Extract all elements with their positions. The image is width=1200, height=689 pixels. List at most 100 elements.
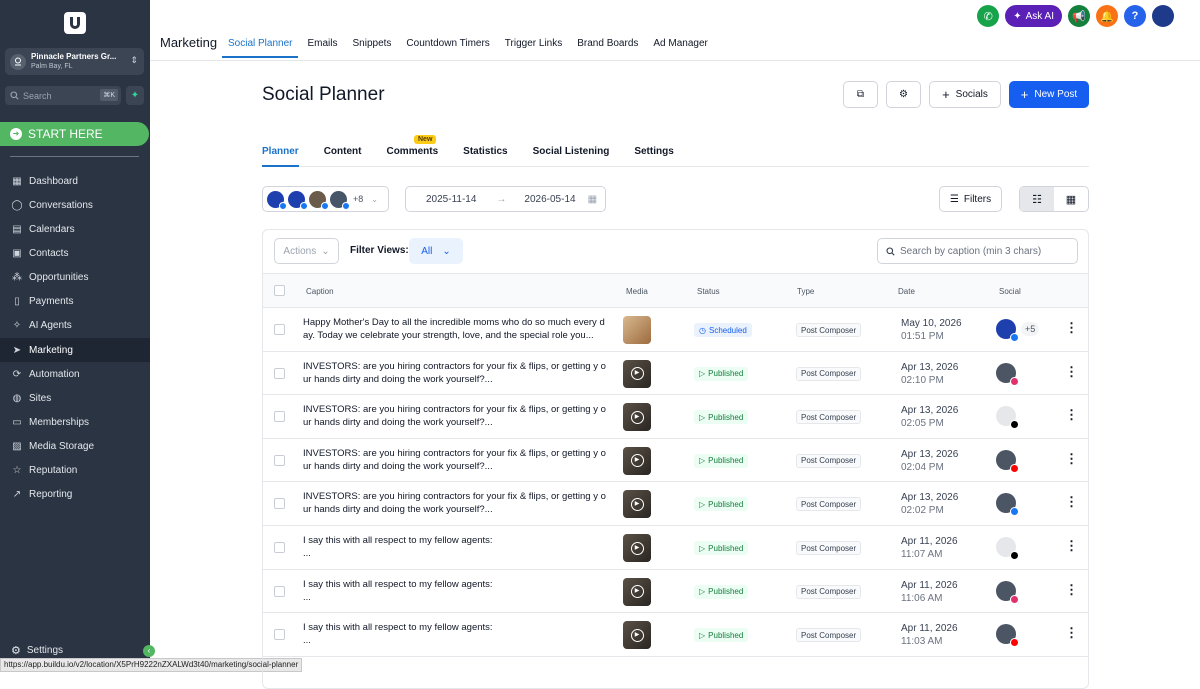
tab-ad-manager[interactable]: Ad Manager [653, 38, 707, 58]
post-media-thumbnail[interactable]: ▶ [623, 446, 651, 475]
social-account-avatar[interactable] [996, 362, 1019, 386]
tab-snippets[interactable]: Snippets [353, 38, 392, 58]
sidebar-item-opportunities[interactable]: ⁂ Opportunities [0, 266, 150, 290]
row-checkbox[interactable] [274, 367, 285, 379]
row-checkbox[interactable] [274, 454, 285, 466]
user-avatar[interactable] [1152, 5, 1174, 27]
table-row[interactable]: INVESTORS: are you hiring contractors fo… [263, 439, 1088, 483]
post-media-thumbnail[interactable]: ▶ [623, 359, 651, 388]
filters-button[interactable]: ☰ Filters [939, 186, 1002, 212]
subtab-settings[interactable]: Settings [634, 146, 673, 166]
settings-button[interactable]: ⚙ [886, 81, 921, 108]
table-row[interactable]: I say this with all respect to my fellow… [263, 613, 1088, 657]
tab-countdown-timers[interactable]: Countdown Timers [406, 38, 489, 58]
row-checkbox[interactable] [274, 324, 285, 335]
new-post-button[interactable]: + New Post [1009, 81, 1089, 108]
subtab-planner[interactable]: Planner [262, 146, 299, 167]
sidebar-item-settings[interactable]: ⚙ Settings [11, 644, 63, 657]
announcements-button[interactable]: 📢 [1068, 5, 1090, 27]
table-row[interactable]: Happy Mother's Day to all the incredible… [263, 308, 1088, 352]
post-media-thumbnail[interactable]: ▶ [623, 403, 651, 432]
row-menu-icon[interactable]: ⋮ [1065, 494, 1078, 510]
row-checkbox[interactable] [274, 629, 285, 641]
status-badge: ◷ Scheduled [694, 323, 752, 337]
row-menu-icon[interactable]: ⋮ [1065, 364, 1078, 380]
row-menu-icon[interactable]: ⋮ [1065, 451, 1078, 467]
sidebar-item-marketing[interactable]: ➤ Marketing [0, 337, 150, 363]
row-menu-icon[interactable]: ⋮ [1065, 320, 1078, 336]
feedback-button[interactable]: ⧉ [843, 81, 878, 108]
account-switcher[interactable]: Pinnacle Partners Gr... Palm Bay, FL ⇕ [5, 48, 144, 75]
social-account-avatar[interactable] [996, 449, 1019, 473]
row-checkbox[interactable] [274, 542, 285, 553]
row-menu-icon[interactable]: ⋮ [1065, 625, 1078, 641]
social-account-avatar[interactable] [996, 580, 1019, 604]
social-account-avatar[interactable] [996, 537, 1019, 560]
calendar-view-button[interactable]: ▦ [1054, 187, 1088, 211]
post-media-thumbnail[interactable] [623, 316, 651, 344]
tab-brand-boards[interactable]: Brand Boards [577, 38, 638, 58]
subtab-comments[interactable]: Comments [386, 146, 438, 166]
subtab-content[interactable]: Content [324, 146, 362, 166]
table-row[interactable]: INVESTORS: are you hiring contractors fo… [263, 352, 1088, 396]
post-media-thumbnail[interactable]: ▶ [623, 621, 651, 650]
post-date-day: Apr 11, 2026 [901, 623, 958, 635]
sidebar-item-payments[interactable]: ▯ Payments [0, 290, 150, 314]
sidebar-item-reporting[interactable]: ↗ Reporting [0, 483, 150, 507]
social-account-avatar[interactable] [996, 406, 1019, 430]
sidebar-item-ai-agents[interactable]: ✧ AI Agents [0, 314, 150, 338]
tab-social-planner[interactable]: Social Planner [221, 38, 300, 58]
row-checkbox[interactable] [274, 498, 285, 510]
more-socials[interactable]: +5 [1021, 322, 1040, 336]
tab-trigger-links[interactable]: Trigger Links [505, 38, 562, 58]
type-badge: Post Composer [796, 541, 862, 555]
subtab-social-listening[interactable]: Social Listening [533, 146, 610, 166]
post-media-thumbnail[interactable]: ▶ [623, 577, 651, 606]
sidebar-item-media-storage[interactable]: ▨ Media Storage [0, 435, 150, 459]
actions-dropdown[interactable]: Actions ⌄ [274, 238, 339, 264]
row-menu-icon[interactable]: ⋮ [1065, 538, 1078, 554]
start-here-button[interactable]: ➜ START HERE [0, 122, 149, 146]
row-menu-icon[interactable]: ⋮ [1065, 407, 1078, 423]
social-account-avatar[interactable] [996, 493, 1019, 517]
sidebar-item-automation[interactable]: ⟳ Automation [0, 362, 150, 386]
post-media-thumbnail[interactable]: ▶ [623, 534, 651, 562]
date-range-picker[interactable]: 2025-11-14 → 2026-05-14 ▦ [405, 186, 606, 212]
table-row[interactable]: I say this with all respect to my fellow… [263, 570, 1088, 614]
filter-views-select[interactable]: All ⌄ [409, 238, 463, 264]
sidebar-item-contacts[interactable]: ▣ Contacts [0, 241, 150, 265]
table-row[interactable]: INVESTORS: are you hiring contractors fo… [263, 395, 1088, 439]
sidebar-item-reputation[interactable]: ☆ Reputation [0, 459, 150, 483]
social-account-avatar[interactable] [996, 319, 1019, 342]
sidebar-item-sites[interactable]: ◍ Sites [0, 386, 150, 410]
quick-action-button[interactable]: ✦ [126, 86, 144, 105]
collapse-sidebar-button[interactable]: ‹ [143, 645, 155, 657]
tab-emails[interactable]: Emails [307, 38, 337, 58]
select-all-checkbox[interactable] [274, 285, 285, 296]
row-menu-icon[interactable]: ⋮ [1065, 582, 1078, 598]
sidebar-item-dashboard[interactable]: ▦ Dashboard [0, 169, 150, 193]
post-date-time: 01:51 PM [901, 331, 944, 342]
subtab-statistics[interactable]: Statistics [463, 146, 507, 166]
socials-button[interactable]: + Socials [929, 81, 1001, 108]
help-button[interactable]: ? [1124, 5, 1146, 27]
caption-search-input[interactable]: Search by caption (min 3 chars) [877, 238, 1078, 264]
phone-button[interactable]: ✆ [977, 5, 1000, 27]
table-row[interactable]: I say this with all respect to my fellow… [263, 526, 1088, 570]
table-row[interactable]: INVESTORS: are you hiring contractors fo… [263, 482, 1088, 526]
sidebar-item-calendars[interactable]: ▤ Calendars [0, 217, 150, 241]
row-checkbox[interactable] [274, 585, 285, 597]
ask-ai-button[interactable]: ✦ Ask AI [1005, 5, 1062, 27]
list-view-button[interactable]: ☷ [1020, 187, 1054, 211]
sidebar-item-memberships[interactable]: ▭ Memberships [0, 410, 150, 434]
account-filter[interactable]: +8 ⌄ [262, 186, 389, 212]
row-checkbox[interactable] [274, 411, 285, 423]
app-logo[interactable] [64, 12, 86, 34]
sidebar-item-conversations[interactable]: ◯ Conversations [0, 193, 150, 217]
send-icon: ▷ [699, 543, 706, 553]
notifications-button[interactable]: 🔔 [1096, 5, 1118, 27]
post-media-thumbnail[interactable]: ▶ [623, 490, 651, 519]
social-account-avatar[interactable] [996, 624, 1019, 648]
sidebar-search[interactable]: Search ⌘K [5, 86, 121, 105]
type-badge: Post Composer [796, 323, 862, 337]
